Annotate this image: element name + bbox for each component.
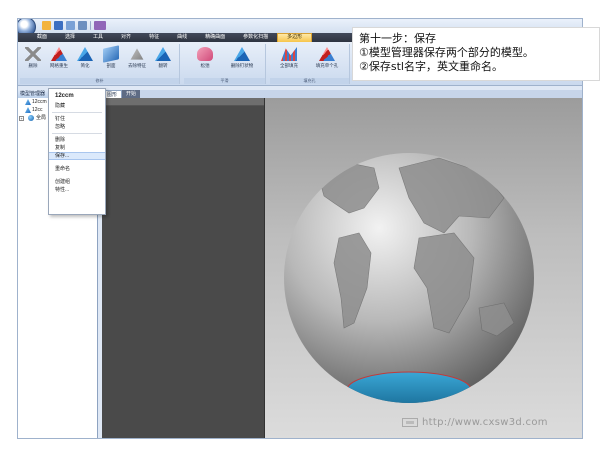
globe-icon: [28, 115, 34, 121]
relax-button[interactable]: 松弛: [188, 45, 222, 75]
fill-all-icon: [281, 47, 297, 61]
watermark-text: http://www.cxsw3d.com: [422, 417, 548, 428]
remove-spikes-button[interactable]: 删除钉状物: [222, 45, 262, 75]
toolbar-separator: [90, 21, 91, 30]
context-menu: 12ccm 隐藏 钉住 忽略 删除 复制 保存... 重命名 创建组 特性...: [48, 88, 106, 215]
flip-icon: [155, 47, 171, 61]
tab-align[interactable]: 对齐: [112, 33, 140, 42]
menu-item-delete[interactable]: 删除: [49, 136, 105, 144]
save-icon[interactable]: [54, 21, 63, 30]
menu-item-hide[interactable]: 隐藏: [49, 102, 105, 110]
flip-button[interactable]: 翻转: [150, 45, 176, 75]
model-icon: [25, 99, 31, 105]
document-tabs: 图形 开始: [102, 90, 582, 98]
menu-item-copy[interactable]: 复制: [49, 144, 105, 152]
menu-item-create-group[interactable]: 创建组: [49, 178, 105, 186]
tab-curves[interactable]: 曲线: [168, 33, 196, 42]
tab-start[interactable]: 开始: [122, 90, 141, 98]
tab-exact-surface[interactable]: 精确曲面: [196, 33, 234, 42]
side-pane-header: [102, 98, 264, 106]
app-window: 截面 选择 工具 对齐 特征 曲线 精确曲面 参数化扫描 多边形 删除 网格重生…: [17, 18, 583, 439]
menu-item-properties[interactable]: 特性...: [49, 186, 105, 194]
watermark: http://www.cxsw3d.com: [402, 417, 548, 428]
note-line-2: ①模型管理器保存两个部分的模型。: [359, 46, 534, 59]
relax-icon: [197, 47, 213, 61]
section-button[interactable]: 剖面: [98, 45, 124, 75]
delete-icon: [25, 47, 41, 61]
delete-button[interactable]: 删除: [20, 45, 46, 75]
fill-all-button[interactable]: 全部填充: [272, 45, 306, 75]
fill-single-icon: [319, 47, 335, 61]
quick-access-toolbar: [42, 21, 106, 30]
menu-item-pin[interactable]: 钉住: [49, 115, 105, 123]
remove-feature-button[interactable]: 去除特征: [124, 45, 150, 75]
context-menu-header: 12ccm: [55, 93, 74, 99]
redo-icon[interactable]: [78, 21, 87, 30]
tab-polygon[interactable]: 多边形: [277, 33, 313, 42]
ribbon-group-repair: 删除 网格重生 简化 剖面 去除特征 翻转 修补: [20, 44, 180, 84]
remove-feature-icon: [130, 48, 144, 60]
tab-parametric[interactable]: 参数化扫描: [234, 33, 277, 42]
tab-select[interactable]: 选择: [56, 33, 84, 42]
undo-icon[interactable]: [66, 21, 75, 30]
globe-model: [284, 153, 534, 403]
group-label-repair: 修补: [20, 78, 179, 84]
model-icon: [25, 107, 31, 113]
group-label-fill-holes: 填充孔: [270, 78, 349, 84]
selected-cap-region: [346, 371, 472, 403]
remove-spikes-icon: [234, 47, 250, 61]
menu-item-ignore[interactable]: 忽略: [49, 123, 105, 131]
simplify-button[interactable]: 简化: [72, 45, 98, 75]
remesh-button[interactable]: 网格重生: [46, 45, 72, 75]
tab-features[interactable]: 特征: [140, 33, 168, 42]
ribbon-group-fill-holes: 全部填充 填充单个孔 填充孔: [270, 44, 350, 84]
section-icon: [103, 45, 119, 63]
model-manager-title: 模型管理器: [20, 91, 46, 97]
dark-side-pane: [102, 98, 265, 438]
tab-tools[interactable]: 工具: [84, 33, 112, 42]
menu-separator: [52, 112, 102, 113]
3d-viewport[interactable]: [265, 98, 582, 438]
note-line-1: 第十一步：保存: [359, 32, 436, 45]
note-line-3: ②保存stl名字，英文重命名。: [359, 60, 503, 73]
menu-item-rename[interactable]: 重命名: [49, 165, 105, 173]
customize-icon[interactable]: [94, 21, 106, 30]
menu-item-save[interactable]: 保存...: [49, 152, 105, 160]
menu-separator: [52, 133, 102, 134]
watermark-logo-icon: [402, 417, 418, 427]
simplify-icon: [77, 47, 93, 61]
open-icon[interactable]: [42, 21, 51, 30]
group-label-smooth: 平滑: [184, 78, 265, 84]
tab-section[interactable]: 截面: [28, 33, 56, 42]
expand-icon[interactable]: +: [19, 116, 24, 121]
fill-single-button[interactable]: 填充单个孔: [308, 45, 346, 75]
remesh-icon: [51, 47, 67, 61]
instruction-note: 第十一步：保存 ①模型管理器保存两个部分的模型。 ②保存stl名字，英文重命名。: [352, 27, 600, 81]
ribbon-group-smooth: 松弛 删除钉状物 平滑: [184, 44, 266, 84]
